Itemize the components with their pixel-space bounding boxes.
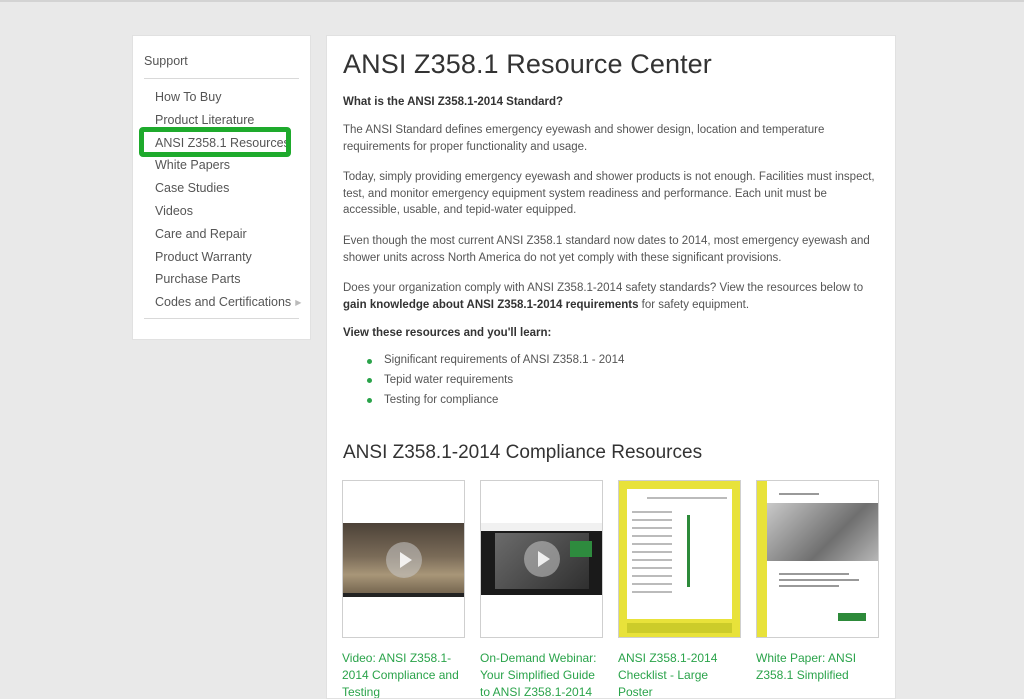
webinar-thumbnail[interactable]: [480, 480, 603, 638]
chevron-right-icon: ▶: [295, 298, 302, 308]
logo: [838, 613, 866, 621]
resource-link-video[interactable]: Video: ANSI Z358.1-2014 Compliance and T…: [342, 650, 465, 698]
play-icon: [523, 541, 560, 577]
poster-image: [619, 481, 740, 637]
sidebar-item-case-studies[interactable]: Case Studies: [155, 179, 301, 202]
learn-list: Significant requirements of ANSI Z358.1 …: [343, 351, 883, 410]
resource-card-whitepaper: White Paper: ANSI Z358.1 Simplified: [756, 480, 879, 684]
sidebar-divider-bottom: [144, 318, 299, 319]
sidebar-item-how-to-buy[interactable]: How To Buy: [155, 88, 301, 111]
sidebar-title: Support: [144, 54, 188, 68]
top-border: [0, 0, 1024, 2]
sidebar-item-white-papers[interactable]: White Papers: [155, 156, 301, 179]
webinar-frame: [481, 523, 602, 595]
sidebar-item-videos[interactable]: Videos: [155, 202, 301, 225]
play-icon: [385, 542, 422, 578]
resource-card-checklist: ANSI Z358.1-2014 Checklist - Large Poste…: [618, 480, 741, 698]
resource-link-webinar[interactable]: On-Demand Webinar: Your Simplified Guide…: [480, 650, 603, 698]
standard-question-heading: What is the ANSI Z358.1-2014 Standard?: [343, 96, 564, 108]
resource-card-video: Video: ANSI Z358.1-2014 Compliance and T…: [342, 480, 465, 698]
checklist-poster-thumbnail[interactable]: [618, 480, 741, 638]
sidebar-item-purchase-parts[interactable]: Purchase Parts: [155, 270, 301, 293]
list-item: Significant requirements of ANSI Z358.1 …: [367, 351, 883, 371]
intro-section: ANSI Z358.1 Resource Center What is the …: [343, 48, 883, 410]
cover-photo: [767, 503, 878, 561]
support-sidebar: Support How To Buy Product Literature AN…: [132, 35, 311, 340]
learn-heading: View these resources and you'll learn:: [343, 327, 552, 340]
resources-section-title: ANSI Z358.1-2014 Compliance Resources: [343, 442, 703, 463]
paragraph-resources: Does your organization comply with ANSI …: [343, 282, 864, 311]
knowledge-emphasis: gain knowledge about ANSI Z358.1-2014 re…: [343, 298, 639, 311]
list-item: Testing for compliance: [367, 391, 883, 411]
sidebar-item-care-and-repair[interactable]: Care and Repair: [155, 225, 301, 248]
resource-card-webinar: On-Demand Webinar: Your Simplified Guide…: [480, 480, 603, 698]
paragraph-compliance: Even though the most current ANSI Z358.1…: [343, 234, 870, 264]
sidebar-item-product-warranty[interactable]: Product Warranty: [155, 248, 301, 271]
video-thumbnail[interactable]: [342, 480, 465, 638]
paragraph-definition: The ANSI Standard defines emergency eyew…: [343, 124, 825, 153]
sidebar-item-codes-and-certifications[interactable]: Codes and Certifications ▶: [155, 293, 301, 316]
whitepaper-thumbnail[interactable]: [756, 480, 879, 638]
page-title: ANSI Z358.1 Resource Center: [343, 49, 712, 79]
resource-link-checklist[interactable]: ANSI Z358.1-2014 Checklist - Large Poste…: [618, 650, 741, 698]
shower-icon: [687, 515, 707, 587]
video-frame: [343, 523, 464, 597]
paragraph-requirements: Today, simply providing emergency eyewas…: [343, 171, 875, 217]
whitepaper-cover: [757, 481, 878, 637]
highlight-annotation: [139, 127, 291, 157]
list-item: Tepid water requirements: [367, 371, 883, 391]
sidebar-divider-top: [144, 78, 299, 79]
main-content: ANSI Z358.1 Resource Center What is the …: [326, 35, 896, 699]
resource-link-whitepaper[interactable]: White Paper: ANSI Z358.1 Simplified: [756, 650, 879, 684]
sidebar-menu: How To Buy Product Literature ANSI Z358.…: [155, 88, 301, 316]
